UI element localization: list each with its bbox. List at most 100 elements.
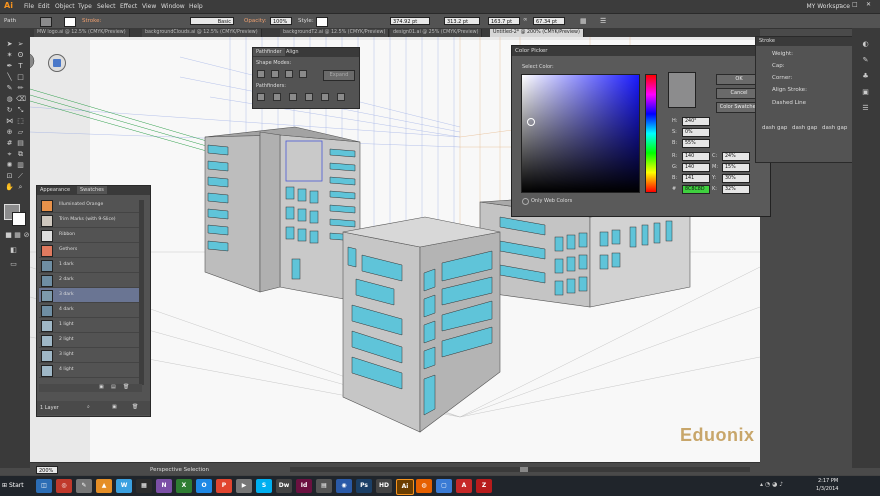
minimize-icon[interactable]: – — [838, 1, 841, 8]
merge-icon[interactable] — [289, 93, 297, 101]
tab-stroke[interactable]: Stroke — [756, 37, 778, 45]
tab-background-t2[interactable]: backgroundT2.ai @ 12.5% (CMYK/Preview) — [280, 29, 390, 37]
tab-pathfinder[interactable]: Pathfinder — [253, 48, 285, 56]
artboard-icon[interactable]: ⊡ — [5, 172, 14, 181]
app-hd-icon[interactable]: HD — [376, 479, 392, 493]
transform-icon[interactable]: ▦ — [580, 17, 587, 25]
exclude-icon[interactable] — [299, 70, 307, 78]
minus-front-icon[interactable] — [271, 70, 279, 78]
swatch-row[interactable]: 1 dark — [39, 258, 142, 273]
acrobat-icon[interactable]: A — [456, 479, 472, 493]
m-field[interactable]: 15% — [722, 163, 750, 172]
app-ps-icon[interactable]: Ps — [356, 479, 372, 493]
menu-effect[interactable]: Effect — [120, 3, 137, 10]
align-icon[interactable]: ☰ — [600, 17, 606, 25]
mesh-icon[interactable]: # — [5, 139, 14, 148]
r-field[interactable]: 140 — [682, 152, 710, 161]
menu-help[interactable]: Help — [189, 3, 203, 10]
hand-icon[interactable]: ✋ — [5, 183, 14, 192]
width-field[interactable]: 163.7 pt — [488, 17, 520, 25]
stroke-label[interactable]: Stroke: — [82, 18, 101, 24]
tab-appearance[interactable]: Appearance — [37, 186, 73, 194]
direct-selection-tool-icon[interactable]: ➢ — [16, 40, 25, 49]
paintbrush-icon[interactable]: ✎ — [5, 84, 14, 93]
opacity-label[interactable]: Opacity: — [244, 18, 267, 24]
start-button[interactable]: ⊞ Start — [2, 479, 26, 493]
lasso-icon[interactable]: ʘ — [16, 51, 25, 60]
pen-tool-icon[interactable]: ✒ — [5, 62, 14, 71]
only-web-colors-checkbox[interactable] — [522, 198, 529, 205]
app-blue-icon[interactable]: ▢ — [436, 479, 452, 493]
chrome-icon[interactable]: ◎ — [56, 479, 72, 493]
swatches-scrollbar[interactable] — [139, 200, 144, 385]
skype-icon[interactable]: S — [256, 479, 272, 493]
pencil-icon[interactable]: ✏ — [16, 84, 25, 93]
symbol-sprayer-icon[interactable]: ✺ — [5, 161, 14, 170]
symbols-panel-icon[interactable]: ♣ — [861, 72, 870, 81]
h-field[interactable]: 240° — [682, 117, 710, 126]
media-icon[interactable]: ▶ — [236, 479, 252, 493]
word-icon[interactable]: W — [116, 479, 132, 493]
y-field[interactable]: 313.2 pt — [444, 17, 480, 25]
rgb-b-field[interactable]: 141 — [682, 174, 710, 183]
tab-swatches[interactable]: Swatches — [77, 186, 107, 194]
tab-align[interactable]: Align — [283, 48, 302, 56]
swatch-row[interactable]: 3 dark — [39, 288, 142, 303]
excel-icon[interactable]: X — [176, 479, 192, 493]
selection-tool-icon[interactable]: ➤ — [5, 40, 14, 49]
gradient-mode-icon[interactable]: ▦ — [13, 231, 22, 240]
stroke-color-icon[interactable] — [12, 212, 26, 226]
x-field[interactable]: 374.92 pt — [390, 17, 430, 25]
magic-wand-icon[interactable]: ✶ — [5, 51, 14, 60]
stroke-swatch[interactable] — [64, 17, 76, 27]
delete-layer-icon[interactable]: 🗑 — [132, 404, 138, 410]
hue-slider[interactable] — [645, 74, 657, 193]
color-target-icon[interactable] — [527, 118, 535, 126]
app-dw-icon[interactable]: Dw — [276, 479, 292, 493]
style-swatch[interactable] — [316, 17, 328, 27]
color-mode-icon[interactable]: ■ — [4, 231, 13, 240]
onenote-icon[interactable]: N — [156, 479, 172, 493]
app-globe-icon[interactable]: ◉ — [336, 479, 352, 493]
workspace-switcher[interactable]: MY Workspace — [806, 3, 850, 10]
explorer-icon[interactable]: ◫ — [36, 479, 52, 493]
swatch-row[interactable]: Trim Marks (with 9-Slice) — [39, 213, 142, 228]
height-field[interactable]: 67.34 pt — [533, 17, 565, 25]
menu-file[interactable]: File — [24, 3, 34, 10]
rectangle-tool-icon[interactable]: □ — [16, 73, 25, 82]
app-ai-icon[interactable]: Ai — [396, 479, 414, 495]
k-field[interactable]: 32% — [722, 185, 750, 194]
hex-field[interactable]: 8C8C8D — [682, 185, 710, 194]
shape-builder-icon[interactable]: ⊕ — [5, 128, 14, 137]
scale-icon[interactable]: ⤡ — [16, 106, 25, 115]
layer-search-icon[interactable]: ⌕ — [87, 404, 90, 410]
horizontal-scrollbar[interactable] — [290, 467, 750, 472]
new-layer-icon[interactable]: ▣ — [112, 404, 117, 410]
g-field[interactable]: 140 — [682, 163, 710, 172]
blend-icon[interactable]: ⧉ — [16, 150, 25, 159]
type-tool-icon[interactable]: T — [16, 62, 25, 71]
draw-mode-icon[interactable]: ◧ — [9, 246, 18, 255]
trim-icon[interactable] — [273, 93, 281, 101]
eyedropper-icon[interactable]: ⌖ — [5, 150, 14, 159]
eraser-icon[interactable]: ⌫ — [16, 95, 26, 104]
outlook-icon[interactable]: O — [196, 479, 212, 493]
tab-design01[interactable]: design01.ai @ 25% (CMYK/Preview) — [390, 29, 483, 37]
minus-back-icon[interactable] — [337, 93, 345, 101]
swatch-row[interactable]: 3 light — [39, 348, 142, 363]
c-field[interactable]: 24% — [722, 152, 750, 161]
maximize-icon[interactable]: □ — [852, 1, 858, 8]
brushes-panel-icon[interactable]: ✎ — [861, 56, 870, 65]
color-panel-icon[interactable]: ◐ — [861, 40, 870, 49]
menu-type[interactable]: Type — [78, 3, 92, 10]
b-field[interactable]: 55% — [682, 139, 710, 148]
free-transform-icon[interactable]: ⬚ — [16, 117, 25, 126]
swatch-row[interactable]: 2 light — [39, 333, 142, 348]
opacity-field[interactable]: 100% — [270, 17, 292, 25]
tray-icons[interactable]: ▴ ◔ ◕ ♪ — [760, 481, 783, 488]
expand-button[interactable]: Expand — [323, 70, 355, 81]
powerpoint-icon[interactable]: P — [216, 479, 232, 493]
menu-view[interactable]: View — [142, 3, 156, 10]
fill-swatch[interactable] — [40, 17, 52, 27]
vlc-icon[interactable]: ▲ — [96, 479, 112, 493]
